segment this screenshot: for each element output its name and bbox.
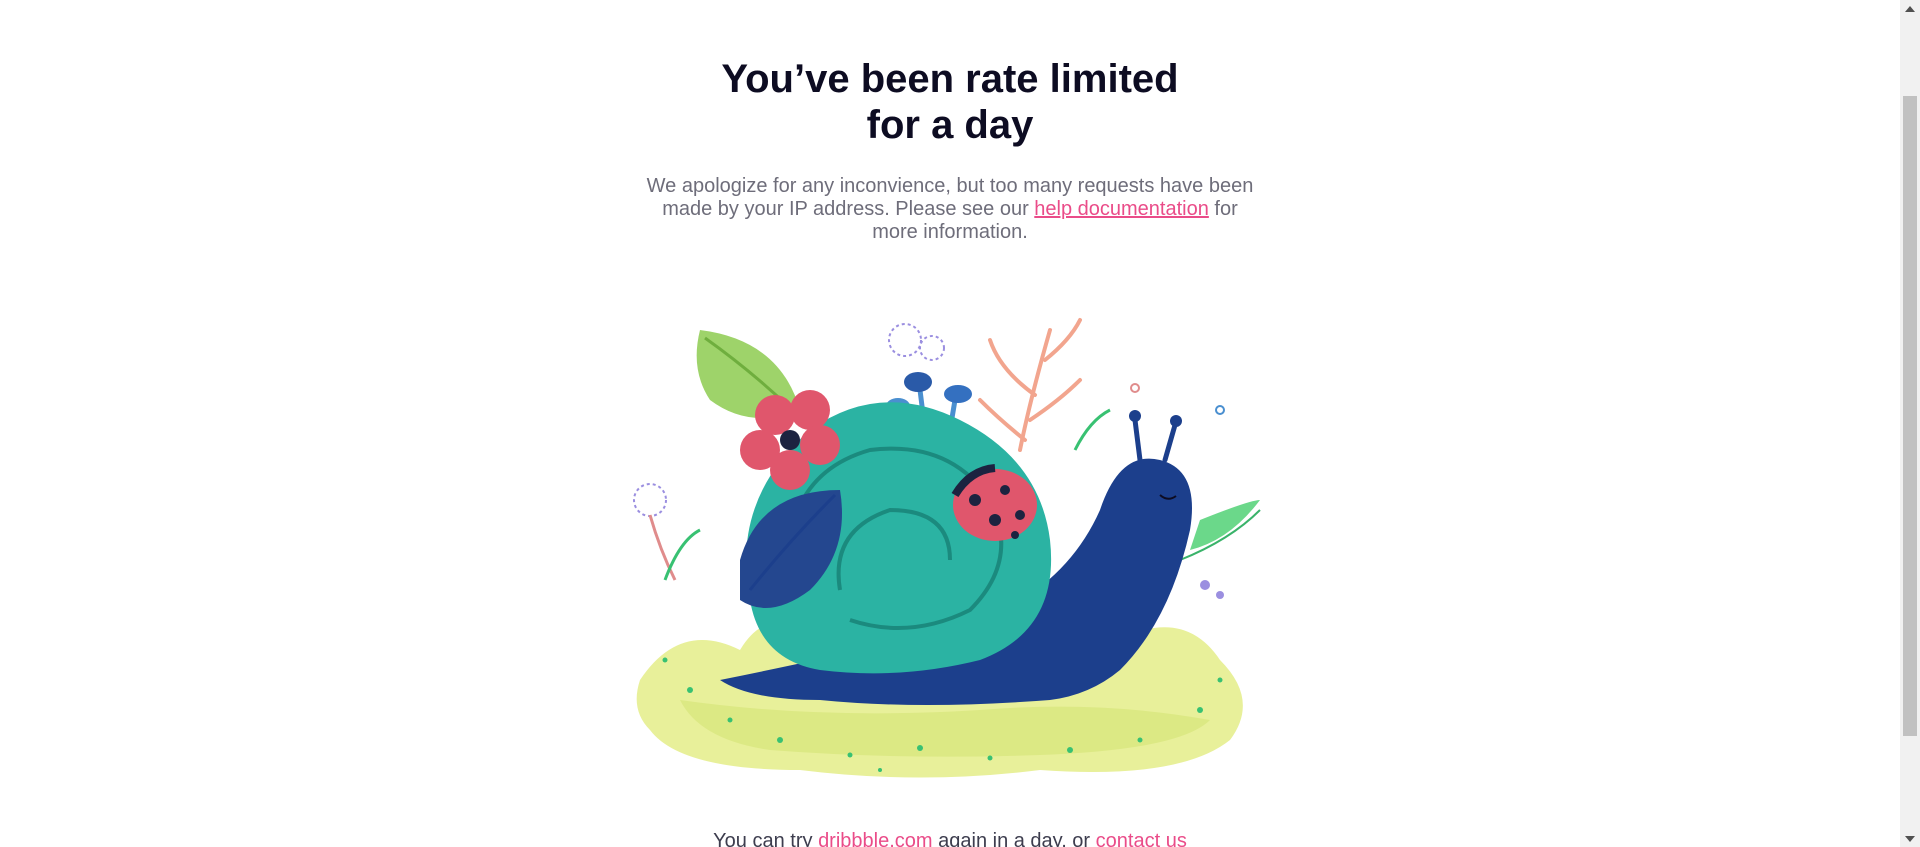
coral-plant [978, 318, 1082, 452]
retry-message: You can try dribbble.com again in a day,… [0, 829, 1900, 847]
retry-text-middle: again in a day, or [932, 830, 1096, 847]
rate-limit-page: You’ve been rate limited for a day We ap… [0, 0, 1900, 847]
help-documentation-link[interactable]: help documentation [1034, 198, 1209, 220]
page-title-line-2: for a day [866, 103, 1034, 147]
scrollbar-thumb[interactable] [1903, 96, 1917, 736]
contact-us-link[interactable]: contact us [1096, 830, 1187, 847]
vertical-scrollbar[interactable] [1900, 0, 1920, 847]
retry-text-start: You can try [713, 830, 819, 847]
page-title: You’ve been rate limited for a day [0, 56, 1900, 148]
green-sprig-right [1073, 408, 1111, 451]
fern-right [1190, 500, 1260, 550]
dribbble-link[interactable]: dribbble.com [818, 830, 933, 847]
scroll-down-arrow-icon[interactable] [1900, 830, 1920, 847]
snail-illustration [633, 318, 1261, 778]
page-title-line-1: You’ve been rate limited [721, 57, 1179, 101]
rate-limit-description: We apologize for any inconvience, but to… [640, 175, 1260, 244]
scroll-up-arrow-icon[interactable] [1900, 0, 1920, 17]
